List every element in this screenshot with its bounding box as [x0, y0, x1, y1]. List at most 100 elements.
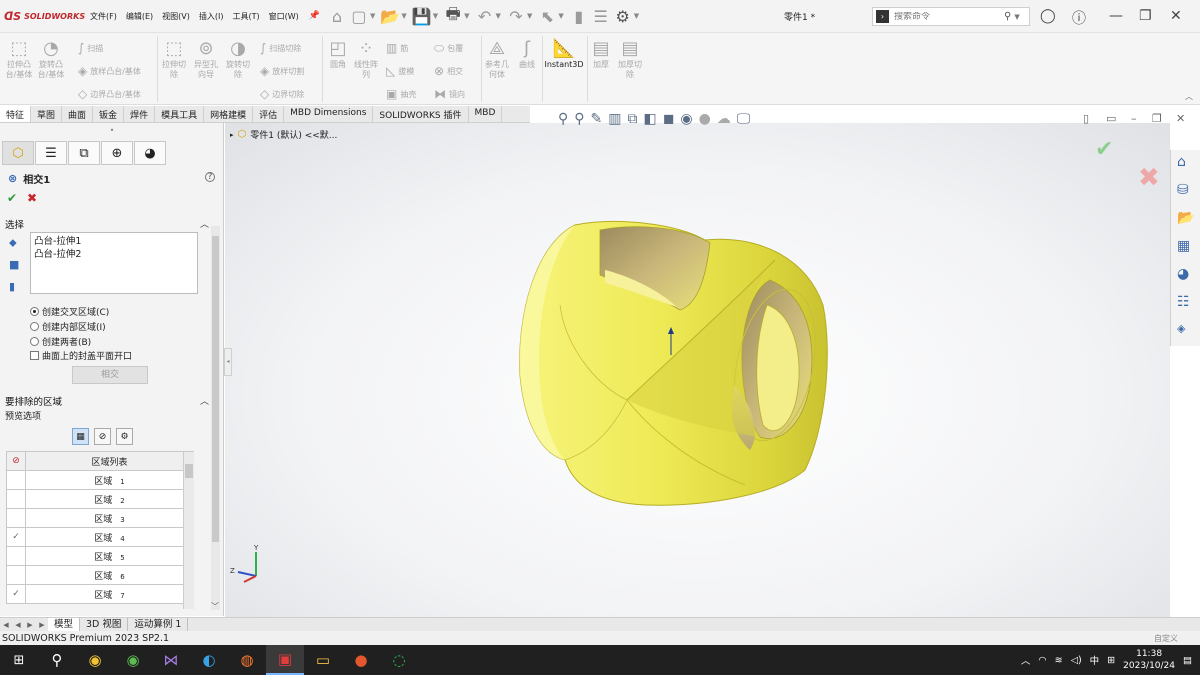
viewport-close-icon[interactable]: ✕ [1176, 112, 1185, 125]
reference-geometry-button[interactable]: ⟁ 参考几何体 [484, 38, 510, 80]
chevron-down-icon[interactable]: ▼ [634, 12, 639, 20]
panel-collapse-handle[interactable]: ◂ [224, 348, 232, 376]
cancel-button[interactable]: ✖ [27, 191, 37, 205]
chevron-down-icon[interactable]: ▼ [401, 12, 406, 20]
list-item[interactable]: 凸台-拉伸2 [34, 248, 194, 261]
solidworks-forum-icon[interactable]: ◈ [1177, 322, 1185, 335]
list-item[interactable]: 凸台-拉伸1 [34, 235, 194, 248]
chevron-down-icon[interactable]: ﹀ [211, 601, 219, 612]
lofted-cut-button[interactable]: ◈ 放样切割 [260, 64, 304, 78]
customize-label[interactable]: 自定义 [1154, 633, 1178, 644]
menu-insert[interactable]: 插入(I) [195, 9, 228, 24]
print-icon[interactable]: 🖶 [442, 4, 464, 27]
panel-grip-icon[interactable]: • [0, 126, 224, 135]
minimize-icon[interactable]: — [1109, 8, 1123, 24]
exclude-regions-group-header[interactable]: 要排除的区域 ︿ [5, 394, 209, 408]
rebuild-icon[interactable]: ▮ [568, 5, 590, 27]
viewport-restore-icon[interactable]: ❐ [1152, 112, 1162, 125]
gear-icon[interactable]: ⚙ [612, 5, 634, 27]
chevron-down-icon[interactable]: ▼ [370, 12, 375, 20]
firefox-icon[interactable]: ◍ [228, 645, 266, 675]
new-file-icon[interactable]: ▢ [348, 5, 370, 27]
preview-all-icon[interactable]: ⚙ [116, 428, 133, 445]
menu-file[interactable]: 文件(F) [86, 9, 121, 24]
volume-icon[interactable]: ◁) [1071, 655, 1082, 666]
checkbox-icon[interactable] [30, 351, 39, 360]
tab-surfaces[interactable]: 曲面 [62, 106, 94, 122]
appearances-icon[interactable]: ◕ [1177, 266, 1189, 282]
last-tab-icon[interactable]: ▶ [36, 621, 48, 629]
edge-icon[interactable]: ◐ [190, 645, 228, 675]
intersect-button[interactable]: 相交 [72, 366, 148, 384]
radio-unselected-icon[interactable] [30, 337, 39, 346]
linear-pattern-button[interactable]: ⁘ 线性阵列 [353, 38, 379, 80]
chrome-alt-icon[interactable]: ◉ [114, 645, 152, 675]
tab-mbd-dimensions[interactable]: MBD Dimensions [284, 106, 374, 122]
region-table-scrollbar[interactable] [183, 452, 194, 609]
table-row[interactable]: 区域 1 [6, 470, 194, 490]
tab-3d-view[interactable]: 3D 视图 [80, 617, 129, 632]
zoom-to-area-icon[interactable]: ⚲ [574, 111, 584, 127]
thicken-cut-button[interactable]: ▤ 加厚切除 [616, 38, 644, 80]
dimxpert-manager-tab[interactable]: ⊕ [101, 141, 133, 165]
preview-included-icon[interactable]: ▦ [72, 428, 89, 445]
create-internal-regions-radio[interactable]: 创建内部区域(I) [30, 320, 106, 333]
home-icon[interactable]: ⌂ [1177, 154, 1186, 170]
curves-button[interactable]: ʃ 曲线 [514, 38, 540, 70]
region-checkbox-checked[interactable]: ✓ [6, 527, 26, 547]
feature-manager-tab[interactable]: ⬡ [2, 141, 34, 165]
configuration-manager-tab[interactable]: ⧉ [68, 141, 100, 165]
preview-excluded-icon[interactable]: ⊘ [94, 428, 111, 445]
confirm-corner-ok-icon[interactable]: ✔ [1095, 137, 1113, 162]
hide-show-items-icon[interactable]: ◉ [680, 111, 692, 127]
radio-unselected-icon[interactable] [30, 322, 39, 331]
draft-button[interactable]: ◺ 拔模 [386, 64, 414, 78]
chevron-down-icon[interactable]: ▼ [433, 12, 438, 20]
tab-mold-tools[interactable]: 模具工具 [155, 106, 205, 122]
chevron-up-icon[interactable]: ︿ [200, 217, 209, 231]
table-row[interactable]: 区域 5 [6, 546, 194, 566]
view-orientation-icon[interactable]: ◧ [644, 111, 657, 127]
prev-tab-icon[interactable]: ◀ [12, 621, 24, 629]
menu-tools[interactable]: 工具(T) [228, 9, 263, 24]
scrollbar-thumb[interactable] [212, 236, 219, 542]
intersect-tool-button[interactable]: ⊗ 相交 [434, 64, 463, 78]
intersect-3d-model[interactable] [505, 215, 835, 515]
region-checkbox[interactable] [6, 470, 26, 490]
zoom-to-fit-icon[interactable]: ⚲ [558, 111, 568, 127]
next-tab-icon[interactable]: ▶ [24, 621, 36, 629]
region-checkbox[interactable] [6, 489, 26, 509]
menu-edit[interactable]: 编辑(E) [122, 9, 157, 24]
network-icon[interactable]: ◠ [1038, 655, 1046, 666]
shell-button[interactable]: ▣ 抽壳 [386, 87, 416, 101]
windows-start-icon[interactable]: ⊞ [0, 645, 38, 675]
custom-properties-icon[interactable]: ☷ [1177, 294, 1190, 310]
tab-motion-study[interactable]: 运动算例 1 [128, 617, 189, 632]
tab-model[interactable]: 模型 [48, 617, 81, 632]
expand-arrow-icon[interactable]: ▸ [230, 131, 234, 139]
ok-button[interactable]: ✔ [7, 191, 17, 205]
wifi-icon[interactable]: ≋ [1055, 655, 1063, 666]
tab-mesh-modeling[interactable]: 网格建模 [204, 106, 254, 122]
save-icon[interactable]: 💾 [411, 5, 433, 27]
menu-window[interactable]: 窗口(W) [265, 9, 303, 24]
extrude-cut-button[interactable]: ⬚ 拉伸切除 [160, 38, 188, 80]
create-intersect-regions-radio[interactable]: 创建交叉区域(C) [30, 305, 109, 318]
loft-boss-button[interactable]: ◈ 放样凸台/基体 [78, 64, 141, 78]
rib-button[interactable]: ▥ 筋 [386, 41, 408, 55]
user-account-icon[interactable]: ◯ [1040, 8, 1056, 24]
help-icon[interactable]: ? [205, 172, 215, 182]
boundary-boss-button[interactable]: ◇ 边界凸台/基体 [78, 87, 141, 101]
apply-scene-icon[interactable]: ☁ [717, 111, 731, 127]
menu-view[interactable]: 视图(V) [158, 9, 194, 24]
tab-mbd[interactable]: MBD [469, 106, 503, 122]
previous-view-icon[interactable]: ✎ [591, 111, 603, 127]
tab-sketch[interactable]: 草图 [31, 106, 63, 122]
radio-selected-icon[interactable] [30, 307, 39, 316]
region-checkbox[interactable] [6, 565, 26, 585]
chevron-down-icon[interactable]: ▼ [527, 12, 532, 20]
chevron-down-icon[interactable]: ▼ [464, 12, 469, 20]
chevron-up-icon[interactable]: ︿ [1185, 91, 1193, 102]
notification-icon[interactable]: ▤ [1183, 655, 1192, 666]
table-row[interactable]: ✓ 区域 4 [6, 527, 194, 547]
